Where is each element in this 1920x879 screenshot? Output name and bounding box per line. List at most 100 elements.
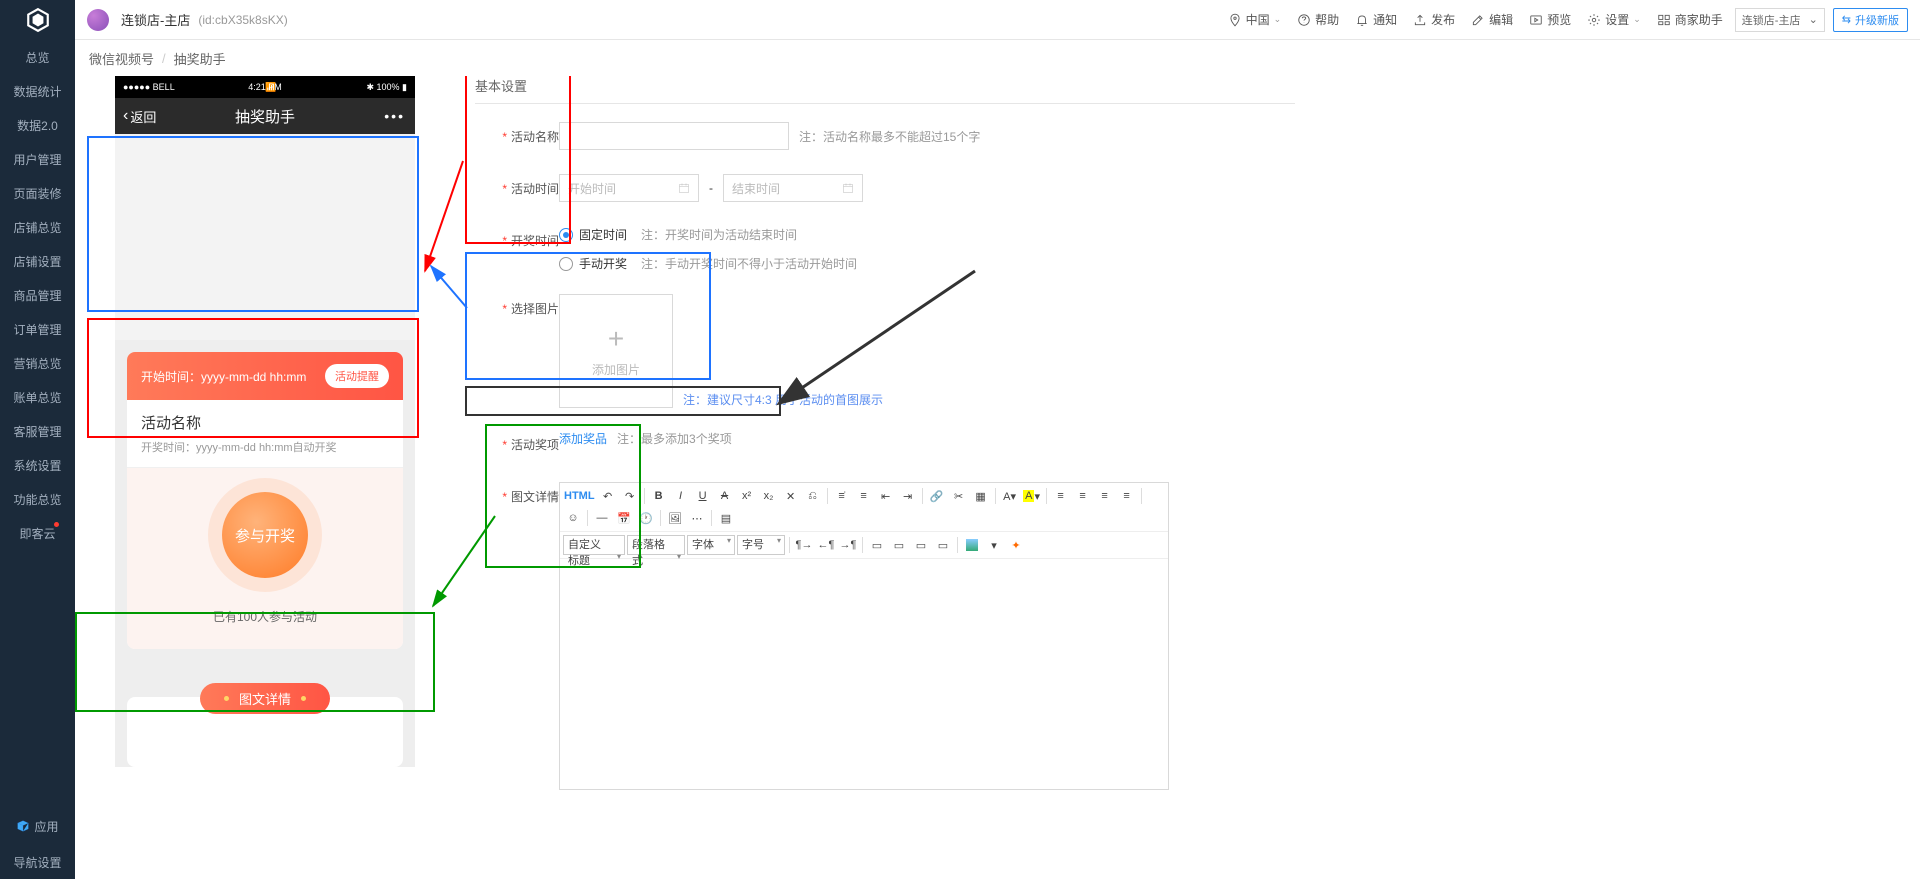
toolbar-indent2-icon[interactable]: →¶	[838, 535, 858, 555]
toolbar-date-icon[interactable]: 📅	[614, 508, 634, 528]
shop-select[interactable]: 连锁店-主店⌄	[1735, 8, 1825, 32]
editor-body[interactable]	[560, 559, 1168, 789]
nav-shop-set[interactable]: 店铺设置	[0, 244, 75, 278]
upload-image-button[interactable]: + 添加图片	[559, 294, 673, 408]
toolbar-time-icon[interactable]: 🕐	[636, 508, 656, 528]
preview-link[interactable]: 预览	[1525, 11, 1575, 28]
toolbar-align-right-icon[interactable]: ≡	[1095, 486, 1115, 506]
phone-join-button[interactable]: 参与开奖	[222, 492, 308, 578]
toolbar-dir-rtl-icon[interactable]: ←¶	[816, 535, 836, 555]
toolbar-align-center-icon[interactable]: ≡	[1073, 486, 1093, 506]
breadcrumb-b: 抽奖助手	[174, 49, 226, 68]
phone-remind-button[interactable]: 活动提醒	[325, 364, 389, 388]
nav-users[interactable]: 用户管理	[0, 142, 75, 176]
edit-link[interactable]: 编辑	[1467, 11, 1517, 28]
toolbar-attach-dropdown-icon[interactable]: ▾	[984, 535, 1004, 555]
toolbar-bold-icon[interactable]: B	[649, 486, 669, 506]
nav-overview[interactable]: 总览	[0, 40, 75, 74]
toolbar-ul-icon[interactable]: ≡	[854, 486, 874, 506]
logo[interactable]	[0, 0, 75, 40]
toolbar-unlink-icon[interactable]: ✂	[949, 486, 969, 506]
nav-func[interactable]: 功能总览	[0, 482, 75, 516]
header: 连锁店-主店 (id:cbX35k8sKX) 中国⌄ 帮助 通知 发布 编辑 预…	[75, 0, 1920, 40]
toolbar-dir-ltr-icon[interactable]: ¶→	[794, 535, 814, 555]
toolbar-clear-icon[interactable]: ✕	[781, 486, 801, 506]
toolbar-imgleft-icon[interactable]: ▭	[867, 535, 887, 555]
radio-manual-open[interactable]: 手动开奖	[559, 255, 627, 272]
assistant-link[interactable]: 商家助手	[1653, 11, 1727, 28]
toolbar-hr-icon[interactable]: —	[592, 508, 612, 528]
publish-link[interactable]: 发布	[1409, 11, 1459, 28]
toolbar-imgright-icon[interactable]: ▭	[911, 535, 931, 555]
nav-marketing[interactable]: 营销总览	[0, 346, 75, 380]
nav-support[interactable]: 客服管理	[0, 414, 75, 448]
nav-jikeyun[interactable]: 即客云	[0, 516, 75, 550]
input-start-time[interactable]: 开始时间	[559, 174, 699, 202]
toolbar-image-icon[interactable]: 🖼	[665, 508, 685, 528]
phone-activity-header: 开始时间：yyyy-mm-dd hh:mm 活动提醒	[127, 352, 403, 400]
phone-more-icon[interactable]: •••	[384, 108, 405, 124]
shop-name: 连锁店-主店	[121, 10, 190, 29]
nav-settings-bottom[interactable]: 导航设置	[0, 845, 75, 879]
toolbar-font-select[interactable]: 字体	[687, 535, 735, 555]
toolbar-align-left-icon[interactable]: ≡	[1051, 486, 1071, 506]
upgrade-button[interactable]: ⇆升级新版	[1833, 8, 1908, 32]
phone-title: 抽奖助手	[115, 106, 415, 127]
toolbar-italic-icon[interactable]: I	[671, 486, 691, 506]
toolbar-undo-icon[interactable]: ↶	[598, 486, 618, 506]
input-end-time[interactable]: 结束时间	[723, 174, 863, 202]
input-activity-name[interactable]	[559, 122, 789, 150]
toolbar-insertimg-icon[interactable]	[962, 535, 982, 555]
nav-shop-ov[interactable]: 店铺总览	[0, 210, 75, 244]
toolbar-source-icon[interactable]: ▤	[716, 508, 736, 528]
toolbar-emoji-icon[interactable]: ☺	[563, 508, 583, 528]
toolbar-ol-icon[interactable]: ≡̇	[832, 486, 852, 506]
nav-stats[interactable]: 数据统计	[0, 74, 75, 108]
nav-billing[interactable]: 账单总览	[0, 380, 75, 414]
toolbar-html[interactable]: HTML	[563, 486, 596, 506]
note-image-size: 注：建议尺寸4:3 用于活动的首图展示	[683, 391, 883, 408]
toolbar-magic-icon[interactable]: ✦	[1006, 535, 1026, 555]
label-detail: 图文详情	[475, 482, 559, 505]
plus-icon: +	[608, 325, 624, 353]
toolbar-strike-icon[interactable]: A	[715, 486, 735, 506]
toolbar-redo-icon[interactable]: ↷	[620, 486, 640, 506]
toolbar-more-icon[interactable]: ⋯	[687, 508, 707, 528]
toolbar-autotxt-icon[interactable]: ⎌	[803, 486, 823, 506]
phone-detail-tab[interactable]: 图文详情	[200, 683, 330, 714]
toolbar-outdent-icon[interactable]: ⇤	[876, 486, 896, 506]
toolbar-sub-icon[interactable]: x₂	[759, 486, 779, 506]
note-fixed-time: 注：开奖时间为活动结束时间	[641, 226, 797, 243]
nav-system[interactable]: 系统设置	[0, 448, 75, 482]
toolbar-link-icon[interactable]: 🔗	[927, 486, 947, 506]
toolbar-imgnone-icon[interactable]: ▭	[933, 535, 953, 555]
toolbar-underline-icon[interactable]: U	[693, 486, 713, 506]
toolbar-align-justify-icon[interactable]: ≡	[1117, 486, 1137, 506]
toolbar-backcolor-icon[interactable]: A▾	[1022, 486, 1042, 506]
help-link[interactable]: 帮助	[1293, 11, 1343, 28]
toolbar-table-icon[interactable]: ▦	[971, 486, 991, 506]
shop-avatar	[87, 9, 109, 31]
toolbar-customtitle-select[interactable]: 自定义标题	[563, 535, 625, 555]
nav-products[interactable]: 商品管理	[0, 278, 75, 312]
toolbar-imgcenter-icon[interactable]: ▭	[889, 535, 909, 555]
toolbar-indent-icon[interactable]: ⇥	[898, 486, 918, 506]
breadcrumb-a[interactable]: 微信视频号	[89, 49, 154, 68]
nav-app[interactable]: 应用	[0, 807, 75, 845]
settings-link[interactable]: 设置⌄	[1583, 11, 1645, 28]
toolbar-sup-icon[interactable]: x²	[737, 486, 757, 506]
region-select[interactable]: 中国⌄	[1224, 11, 1286, 28]
add-prize-link[interactable]: 添加奖品	[559, 430, 607, 447]
note-prize: 注：最多添加3个奖项	[617, 430, 732, 447]
radio-fixed-time[interactable]: 固定时间	[559, 226, 627, 243]
toolbar-size-select[interactable]: 字号	[737, 535, 785, 555]
notify-link[interactable]: 通知	[1351, 11, 1401, 28]
label-prize: 活动奖项	[475, 430, 559, 453]
nav-decor[interactable]: 页面装修	[0, 176, 75, 210]
toolbar-paragraph-select[interactable]: 段落格式	[627, 535, 685, 555]
breadcrumb: 微信视频号 / 抽奖助手	[75, 40, 1920, 76]
nav-data20[interactable]: 数据2.0	[0, 108, 75, 142]
nav-orders[interactable]: 订单管理	[0, 312, 75, 346]
toolbar-forecolor-icon[interactable]: A▾	[1000, 486, 1020, 506]
label-activity-name: 活动名称	[475, 122, 559, 145]
